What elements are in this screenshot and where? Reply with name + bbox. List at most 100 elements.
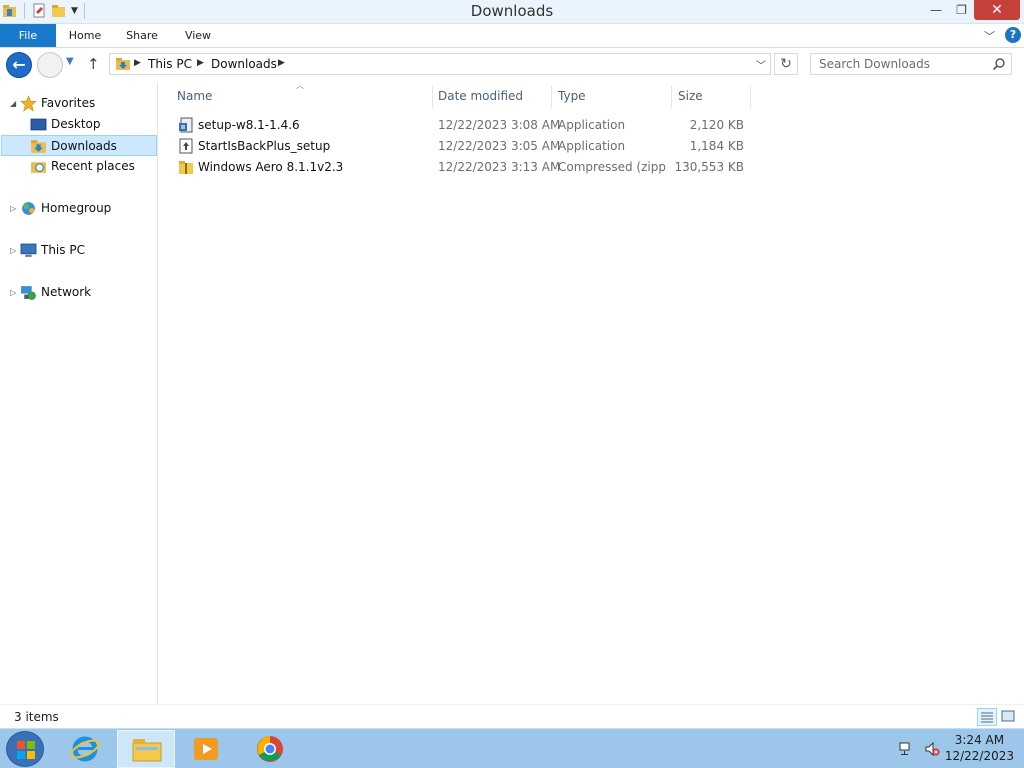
chrome-icon xyxy=(257,736,283,762)
nav-this-pc-label: This PC xyxy=(41,243,85,257)
search-box[interactable] xyxy=(810,53,1012,75)
column-divider[interactable] xyxy=(432,86,433,108)
tab-home[interactable]: Home xyxy=(60,24,110,47)
file-row[interactable]: Windows Aero 8.1.1v2.3 12/22/2023 3:13 A… xyxy=(177,157,757,178)
close-icon: ✕ xyxy=(991,2,1003,18)
file-type: Compressed (zipp... xyxy=(558,160,666,174)
file-size: 1,184 KB xyxy=(689,139,744,153)
file-row[interactable]: StartIsBackPlus_setup 12/22/2023 3:05 AM… xyxy=(177,136,757,157)
close-button[interactable]: ✕ xyxy=(974,0,1020,20)
tab-share[interactable]: Share xyxy=(118,24,166,47)
tab-file[interactable]: File xyxy=(0,24,56,47)
address-bar[interactable]: ▶ This PC ▶ Downloads ▶ ﹀ xyxy=(109,53,771,75)
large-icons-view-icon xyxy=(1001,710,1015,722)
back-arrow-icon: ← xyxy=(12,55,26,74)
search-icon[interactable] xyxy=(992,57,1006,71)
file-type: Application xyxy=(558,118,626,132)
column-divider[interactable] xyxy=(750,86,751,108)
minimize-icon: — xyxy=(930,3,942,17)
file-row[interactable]: setup-w8.1-1.4.6 12/22/2023 3:08 AM Appl… xyxy=(177,115,757,136)
taskbar-media-player[interactable] xyxy=(178,730,236,768)
network-status-icon[interactable] xyxy=(898,741,914,757)
media-player-icon xyxy=(194,738,218,760)
title-bar: ▼ Downloads — ❐ ✕ xyxy=(0,0,1024,24)
breadcrumb-this-pc[interactable]: This PC xyxy=(148,57,192,71)
nav-recent-places[interactable]: Recent places xyxy=(20,156,150,177)
nav-favorites[interactable]: ◢ Favorites xyxy=(10,93,150,114)
volume-muted-icon[interactable] xyxy=(924,741,940,757)
file-size: 2,120 KB xyxy=(689,118,744,132)
address-dropdown-icon[interactable]: ﹀ xyxy=(756,57,766,72)
setup-exe-icon xyxy=(179,117,193,133)
window-title: Downloads xyxy=(470,2,554,20)
file-date: 12/22/2023 3:13 AM xyxy=(438,160,561,174)
nav-network[interactable]: ▷ Network xyxy=(10,282,150,303)
item-count: 3 items xyxy=(14,710,59,724)
nav-downloads[interactable]: Downloads xyxy=(1,135,157,156)
navigation-bar: ← ▼ ↑ ▶ This PC ▶ Downloads ▶ ﹀ ↻ xyxy=(0,48,1024,82)
nav-favorites-label: Favorites xyxy=(41,96,96,110)
column-header-name[interactable]: Name xyxy=(177,82,432,110)
column-header-size[interactable]: Size xyxy=(678,82,750,110)
windows-logo-icon xyxy=(17,741,35,759)
forward-button[interactable] xyxy=(37,52,63,78)
recent-locations-icon[interactable]: ▼ xyxy=(66,56,74,67)
taskbar-internet-explorer[interactable] xyxy=(56,730,114,768)
file-size: 130,553 KB xyxy=(674,160,744,174)
downloads-folder-icon xyxy=(31,140,46,153)
network-icon xyxy=(21,286,36,300)
ribbon-tabs: File Home Share View ﹀ ? xyxy=(0,24,1024,48)
breadcrumb-arrow-icon[interactable]: ▶ xyxy=(278,58,285,68)
column-divider[interactable] xyxy=(551,86,552,108)
expand-icon[interactable]: ▷ xyxy=(10,198,20,219)
recent-places-icon xyxy=(31,162,46,173)
column-divider[interactable] xyxy=(671,86,672,108)
tab-view[interactable]: View xyxy=(176,24,220,47)
installer-exe-icon xyxy=(179,138,193,154)
minimize-button[interactable]: — xyxy=(923,0,949,20)
refresh-icon: ↻ xyxy=(780,56,792,72)
details-view-button[interactable] xyxy=(977,708,997,726)
breadcrumb-downloads[interactable]: Downloads xyxy=(211,57,277,71)
nav-downloads-label: Downloads xyxy=(51,139,117,153)
search-input[interactable] xyxy=(811,54,989,74)
breadcrumb-arrow-icon[interactable]: ▶ xyxy=(134,58,141,68)
start-button[interactable] xyxy=(6,731,44,767)
taskbar: 3:24 AM 12/22/2023 xyxy=(0,728,1024,768)
nav-homegroup-label: Homegroup xyxy=(41,201,112,215)
expand-icon[interactable]: ▷ xyxy=(10,240,20,261)
collapse-icon[interactable]: ◢ xyxy=(10,93,20,114)
nav-this-pc[interactable]: ▷ This PC xyxy=(10,240,150,261)
taskbar-file-explorer[interactable] xyxy=(117,730,175,768)
navigation-pane: ◢ Favorites Desktop Downloads Recent pla… xyxy=(0,82,158,704)
nav-recent-places-label: Recent places xyxy=(51,159,135,173)
expand-ribbon-icon[interactable]: ﹀ xyxy=(984,28,995,44)
nav-desktop-label: Desktop xyxy=(51,117,101,131)
nav-desktop[interactable]: Desktop xyxy=(20,114,150,135)
up-arrow-icon[interactable]: ↑ xyxy=(87,55,100,73)
computer-icon xyxy=(20,243,37,257)
file-explorer-icon xyxy=(132,739,162,762)
restore-button[interactable]: ❐ xyxy=(949,0,974,20)
file-date: 12/22/2023 3:08 AM xyxy=(438,118,561,132)
large-icons-view-button[interactable] xyxy=(999,708,1019,726)
breadcrumb-arrow-icon[interactable]: ▶ xyxy=(197,58,204,68)
help-icon[interactable]: ? xyxy=(1005,27,1021,43)
refresh-button[interactable]: ↻ xyxy=(774,53,798,75)
restore-icon: ❐ xyxy=(956,3,967,17)
file-name: StartIsBackPlus_setup xyxy=(198,139,331,153)
file-date: 12/22/2023 3:05 AM xyxy=(438,139,561,153)
column-header-date[interactable]: Date modified xyxy=(438,82,550,110)
expand-icon[interactable]: ▷ xyxy=(10,282,20,303)
column-header-type[interactable]: Type xyxy=(558,82,670,110)
file-type: Application xyxy=(558,139,626,153)
homegroup-icon xyxy=(22,202,35,215)
nav-homegroup[interactable]: ▷ Homegroup xyxy=(10,198,150,219)
back-button[interactable]: ← xyxy=(6,52,32,78)
file-list: ︿ Name Date modified Type Size setup-w8.… xyxy=(159,81,1024,704)
system-tray: 3:24 AM 12/22/2023 xyxy=(894,729,1024,768)
taskbar-chrome[interactable] xyxy=(241,730,299,768)
internet-explorer-icon xyxy=(70,736,100,762)
clock-time: 3:24 AM xyxy=(954,733,1005,747)
clock[interactable]: 3:24 AM 12/22/2023 xyxy=(945,732,1014,764)
